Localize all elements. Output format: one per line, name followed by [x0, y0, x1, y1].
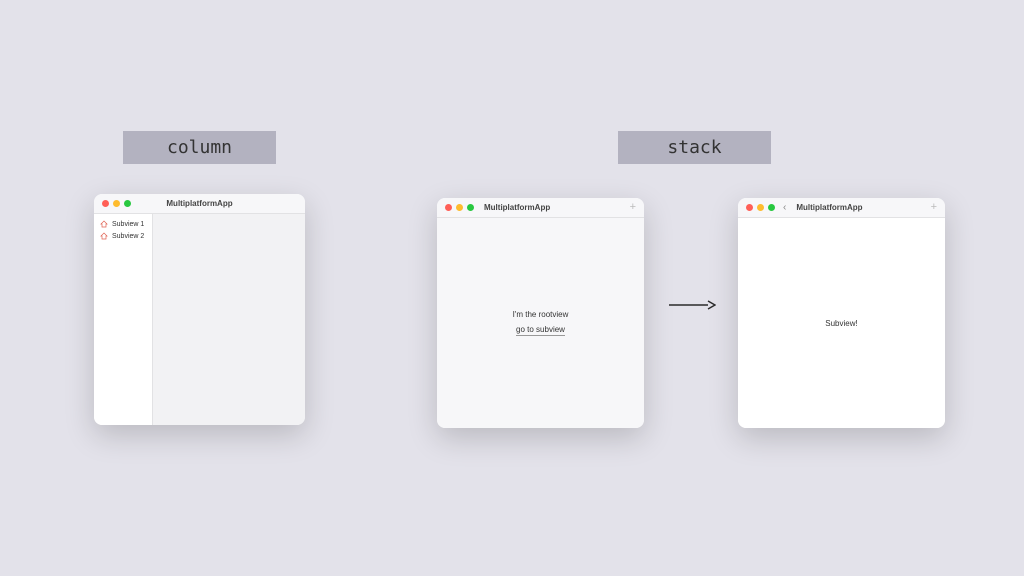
back-icon[interactable]: ‹: [783, 203, 786, 213]
window-title: MultiplatformApp: [796, 203, 862, 212]
minimize-icon[interactable]: [757, 204, 764, 211]
go-to-subview-link[interactable]: go to subview: [516, 325, 565, 336]
titlebar: ‹ MultiplatformApp +: [738, 198, 945, 218]
window-stack-root: MultiplatformApp + I'm the rootview go t…: [437, 198, 644, 428]
window-title: MultiplatformApp: [484, 203, 550, 212]
plus-icon[interactable]: +: [630, 202, 636, 213]
sidebar-item[interactable]: Subview 2: [94, 230, 152, 242]
sidebar-item-label: Subview 1: [112, 221, 144, 228]
content-area: [153, 214, 305, 425]
traffic-lights: [102, 200, 131, 207]
zoom-icon[interactable]: [768, 204, 775, 211]
window-body: Subview!: [738, 218, 945, 428]
zoom-icon[interactable]: [124, 200, 131, 207]
minimize-icon[interactable]: [456, 204, 463, 211]
window-body: I'm the rootview go to subview: [437, 218, 644, 428]
root-text: I'm the rootview: [513, 310, 569, 319]
window-column: MultiplatformApp Subview 1 Subview 2: [94, 194, 305, 425]
stack-label: stack: [618, 131, 771, 164]
titlebar: MultiplatformApp +: [437, 198, 644, 218]
close-icon[interactable]: [445, 204, 452, 211]
house-icon: [100, 232, 108, 240]
house-icon: [100, 220, 108, 228]
minimize-icon[interactable]: [113, 200, 120, 207]
sidebar-item[interactable]: Subview 1: [94, 218, 152, 230]
traffic-lights: [746, 204, 775, 211]
window-stack-subview: ‹ MultiplatformApp + Subview!: [738, 198, 945, 428]
sidebar-item-label: Subview 2: [112, 233, 144, 240]
column-label: column: [123, 131, 276, 164]
sidebar: Subview 1 Subview 2: [94, 214, 153, 425]
titlebar: MultiplatformApp: [94, 194, 305, 214]
traffic-lights: [445, 204, 474, 211]
plus-icon[interactable]: +: [931, 202, 937, 213]
zoom-icon[interactable]: [467, 204, 474, 211]
arrow-icon: [668, 298, 716, 312]
close-icon[interactable]: [102, 200, 109, 207]
close-icon[interactable]: [746, 204, 753, 211]
window-body: Subview 1 Subview 2: [94, 214, 305, 425]
subview-text: Subview!: [825, 319, 857, 328]
